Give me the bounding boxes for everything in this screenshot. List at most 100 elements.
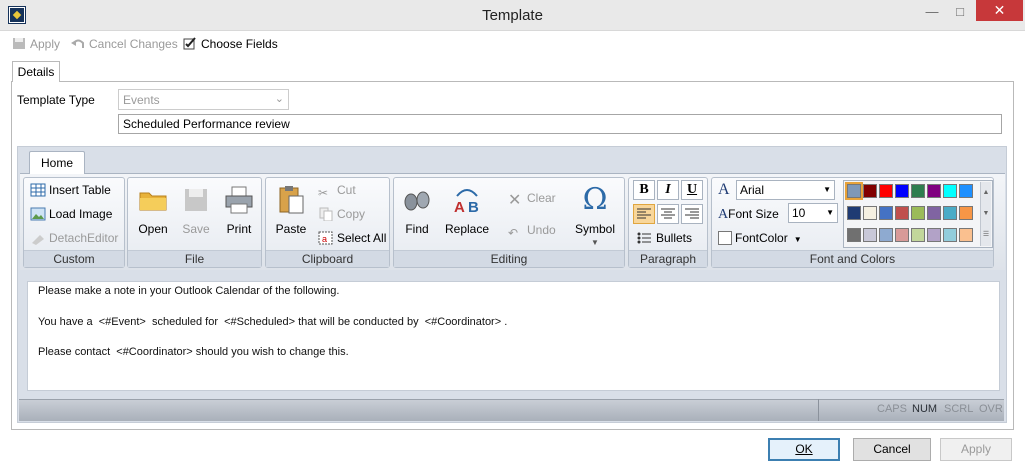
copy-button[interactable]: Copy [318,206,365,222]
tab-home[interactable]: Home [29,151,85,174]
font-size-select[interactable]: 10 ▼ [788,203,838,223]
tab-details[interactable]: Details [12,61,60,82]
status-indicators [818,399,1004,421]
printer-icon [223,184,255,216]
color-swatch[interactable] [959,184,973,198]
svg-text:a: a [322,234,327,244]
file-group: Open Save Print File [127,177,262,268]
palette-scroll[interactable]: ▲ ▼ ☰ [980,182,991,246]
omega-icon: Ω [582,182,608,217]
font-size-icon: A [718,207,729,222]
align-left-button[interactable] [633,204,655,224]
color-swatch[interactable] [879,184,893,198]
replace-ab-icon: AB [451,184,483,216]
choose-fields-button[interactable]: Choose Fields [183,36,278,52]
chevron-down-icon: ▼ [793,235,802,244]
bullets-button[interactable]: Bullets [637,230,692,246]
color-swatch[interactable] [927,206,941,220]
paragraph-group: B I U Bullets Paragraph [628,177,708,268]
color-swatch[interactable] [879,228,893,242]
scissors-icon: ✂ [318,186,329,200]
save-disk-icon [180,184,212,216]
font-color-swatch [718,231,732,245]
svg-text:A: A [454,199,465,216]
color-swatch[interactable] [943,228,957,242]
template-type-select[interactable]: Events ⌄ [118,89,289,110]
font-size-label: AFont Size [718,207,779,222]
copy-icon [318,207,334,222]
color-swatch[interactable] [847,228,861,242]
color-swatch[interactable] [927,228,941,242]
document-line: Please make a note in your Outlook Calen… [38,285,340,297]
cancel-button[interactable]: Cancel [853,438,931,461]
close-icon[interactable]: ✕ [976,0,1023,21]
italic-button[interactable]: I [657,180,679,200]
clear-x-icon: ✕ [508,192,522,209]
clipboard-group: Paste ✂ Cut Copy a Select All Clipboard [265,177,390,268]
load-image-button[interactable]: Load Image [30,206,112,222]
color-swatch[interactable] [959,228,973,242]
color-swatch[interactable] [863,228,877,242]
color-swatch[interactable] [879,206,893,220]
custom-group-label: Custom [24,250,124,267]
apply-toolbar-button[interactable]: Apply [12,36,60,52]
scrl-indicator: SCRL [944,403,974,415]
file-group-label: File [128,250,261,267]
color-swatch[interactable] [847,206,861,220]
color-swatch[interactable] [911,184,925,198]
font-icon: A [718,181,730,198]
replace-button[interactable]: A B Replace [440,184,494,236]
open-button[interactable]: Open [134,184,172,236]
select-all-icon: a [318,231,334,245]
detach-editor-button[interactable]: DetachEditor [30,230,118,246]
minimize-icon[interactable]: — [918,2,946,22]
color-swatch[interactable] [943,184,957,198]
editing-group-label: Editing [394,250,624,267]
font-color-button[interactable]: FontColor ▼ [718,230,802,248]
undo-button[interactable]: ↶ Undo [508,222,556,240]
template-name-field[interactable]: Scheduled Performance review [118,114,1002,134]
cancel-changes-button[interactable]: Cancel Changes [71,36,178,52]
detach-icon [30,231,46,245]
font-name-select[interactable]: Arial ▼ [736,180,835,200]
color-swatch[interactable] [927,184,941,198]
chevron-down-icon: ▼ [826,208,834,217]
apply-button[interactable]: Apply [940,438,1012,461]
chevron-down-icon: ⌄ [274,93,284,105]
color-swatch[interactable] [911,228,925,242]
color-swatch[interactable] [895,228,909,242]
find-button[interactable]: Find [398,184,436,236]
save-button[interactable]: Save [177,184,215,236]
chevron-down-icon: ▼ [591,238,599,247]
select-all-button[interactable]: a Select All [318,230,386,246]
symbol-button[interactable]: Ω Symbol ▼ [570,184,620,250]
font-colors-group: A Arial ▼ AFont Size 10 ▼ FontColor ▼ ▲ ▼ ☰ F… [711,177,994,268]
color-swatch[interactable] [863,206,877,220]
color-swatch[interactable] [863,184,877,198]
table-icon [30,183,46,197]
undo-icon: ↶ [508,226,519,240]
underline-button[interactable]: U [681,180,703,200]
ok-button[interactable]: OK [768,438,840,461]
color-swatch[interactable] [959,206,973,220]
color-swatch[interactable] [845,182,863,200]
clear-button[interactable]: ✕ Clear [508,190,556,209]
align-right-button[interactable] [681,204,703,224]
custom-group: Insert Table Load Image DetachEditor Cus… [23,177,125,268]
document-line: You have a <#Event> scheduled for <#Sche… [38,316,508,328]
align-center-button[interactable] [657,204,679,224]
document-area[interactable]: Please make a note in your Outlook Calen… [27,281,1000,391]
insert-table-button[interactable]: Insert Table [30,182,111,198]
color-swatch[interactable] [943,206,957,220]
window-title: Template [482,7,543,24]
maximize-icon[interactable]: □ [946,2,974,22]
folder-icon [137,184,169,216]
color-swatch[interactable] [911,206,925,220]
bullet-list-icon [637,231,653,245]
color-swatch[interactable] [895,184,909,198]
paste-button[interactable]: Paste [270,184,312,236]
cut-button[interactable]: ✂ Cut [318,182,356,200]
color-swatch[interactable] [895,206,909,220]
bold-button[interactable]: B [633,180,655,200]
print-button[interactable]: Print [220,184,258,236]
